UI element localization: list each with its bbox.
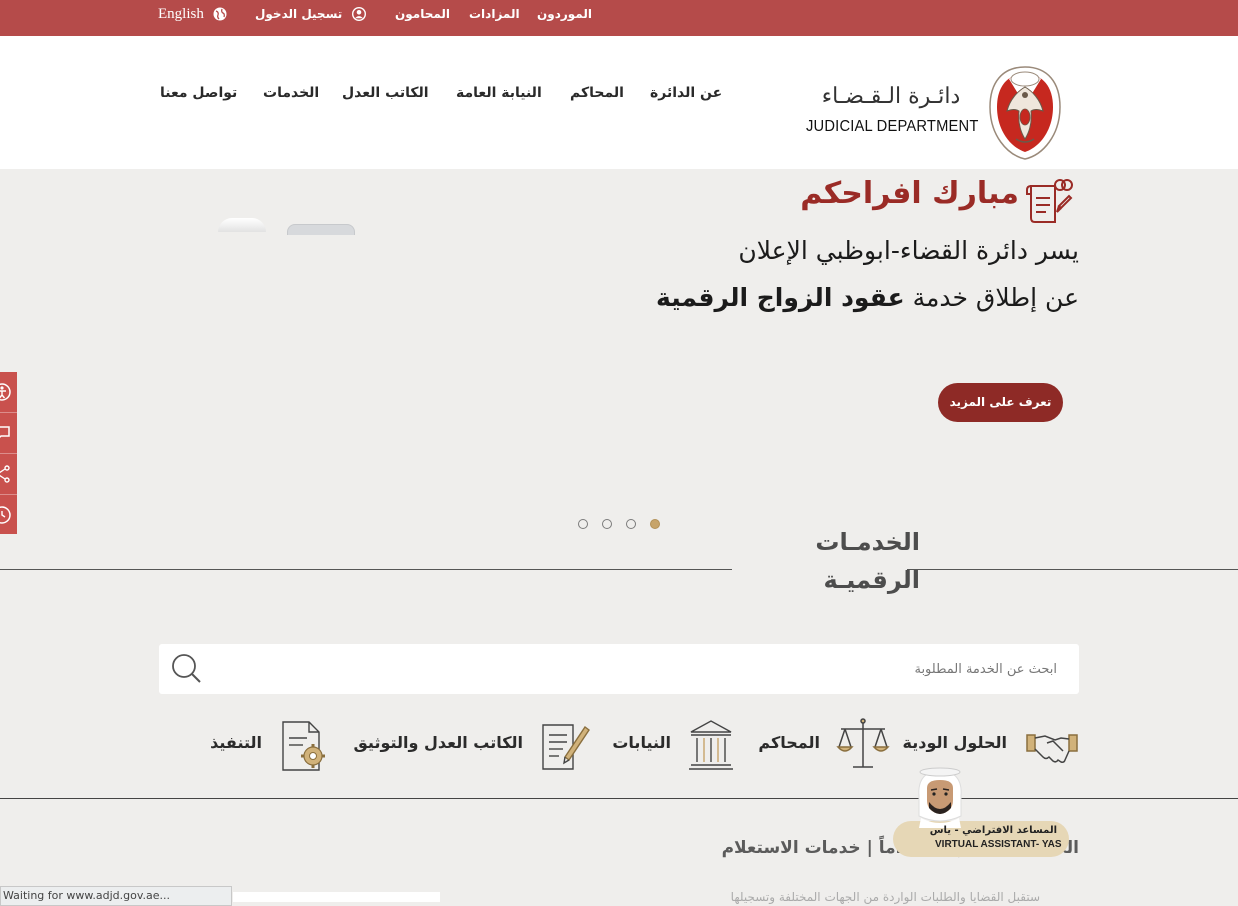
chat-icon: [0, 426, 10, 439]
globe-icon[interactable]: [213, 7, 227, 21]
carousel-dot[interactable]: [626, 519, 636, 529]
accessibility-icon: [0, 383, 11, 401]
category-amicable-solutions[interactable]: الحلول الودية: [903, 733, 1007, 752]
user-icon[interactable]: [352, 7, 366, 21]
logo-arabic-text[interactable]: دائـرة الـقـضـاء: [805, 84, 977, 109]
categories-divider-line: [0, 798, 1238, 799]
nav-public-prosecution[interactable]: النيابة العامة: [456, 36, 542, 169]
carousel-dot[interactable]: [578, 519, 588, 529]
scales-icon[interactable]: [835, 717, 891, 771]
assistant-label-english[interactable]: VIRTUAL ASSISTANT- YAS: [935, 839, 1062, 850]
service-search-input[interactable]: [219, 644, 1069, 694]
language-switch-link[interactable]: English: [158, 0, 204, 36]
lawyers-link[interactable]: المحامون: [395, 0, 450, 36]
nav-contact-us[interactable]: تواصل معنا: [160, 36, 237, 169]
logo-english-text[interactable]: JUDICIAL DEPARTMENT: [806, 118, 979, 136]
browser-status-bar: Waiting for www.adjd.gov.ae...: [0, 886, 232, 906]
assistant-avatar-icon[interactable]: [911, 766, 969, 828]
handshake-icon[interactable]: [1025, 727, 1079, 767]
section-divider-line: [907, 569, 1238, 570]
service-search-bar: [159, 644, 1079, 694]
carousel-dot[interactable]: [602, 519, 612, 529]
digital-services-title-line1: الخدمـات: [815, 528, 920, 556]
carousel-dot-active[interactable]: [650, 519, 660, 529]
nav-about-department[interactable]: عن الدائرة: [650, 36, 722, 169]
section-divider-line: [0, 569, 732, 570]
inquiry-faint-text: ستقبل القضايا والطلبات الواردة من الجهات…: [730, 890, 1040, 904]
digital-services-title-line2: الرقميـة: [823, 566, 920, 594]
hero-text-line2-highlight: عقود الزواج الرقمية: [656, 283, 905, 312]
top-utility-bar: English تسجيل الدخول المحامون المزادات ا…: [0, 0, 1238, 36]
courthouse-icon[interactable]: [688, 718, 734, 772]
side-support-button[interactable]: [0, 495, 17, 535]
side-chat-button[interactable]: [0, 413, 17, 454]
suppliers-link[interactable]: الموردون: [537, 0, 592, 36]
document-gear-icon[interactable]: [279, 718, 329, 774]
category-courts[interactable]: المحاكم: [758, 733, 820, 752]
share-icon: [0, 465, 10, 483]
auctions-link[interactable]: المزادات: [469, 0, 520, 36]
floating-side-bar: [0, 372, 17, 534]
category-prosecutions[interactable]: النيابات: [612, 733, 671, 752]
hero-text-line1: يسر دائرة القضاء-ابوظبي الإعلان: [738, 236, 1079, 265]
hero-decor-shape: [218, 218, 266, 232]
site-header: تواصل معنا الخدمات الكاتب العدل النيابة …: [0, 36, 1238, 169]
nav-notary[interactable]: الكاتب العدل: [342, 36, 429, 169]
marriage-contract-icon: [1026, 179, 1073, 223]
hero-text-line2: عن إطلاق خدمة عقود الزواج الرقمية: [656, 283, 1079, 312]
support-icon: [0, 506, 11, 524]
hero-title: مبارك افراحكم: [800, 176, 1019, 211]
side-share-button[interactable]: [0, 454, 17, 495]
assistant-label-arabic[interactable]: المساعد الافتراضي - ياس: [930, 825, 1057, 836]
hero-text-line2-prefix: عن إطلاق خدمة: [904, 283, 1079, 312]
document-pen-icon[interactable]: [539, 719, 593, 773]
nav-services[interactable]: الخدمات: [263, 36, 319, 169]
falcon-emblem-icon[interactable]: [988, 65, 1062, 161]
login-link[interactable]: تسجيل الدخول: [255, 0, 342, 36]
category-execution[interactable]: التنفيذ: [210, 733, 262, 752]
category-notary-authentication[interactable]: الكاتب العدل والتوثيق: [354, 733, 524, 752]
hero-decor-shape: [287, 224, 355, 235]
content-card: [233, 892, 440, 902]
learn-more-button[interactable]: تعرف على المزيد: [938, 383, 1063, 422]
search-icon[interactable]: [167, 649, 207, 689]
side-accessibility-button[interactable]: [0, 372, 17, 413]
nav-courts[interactable]: المحاكم: [570, 36, 624, 169]
